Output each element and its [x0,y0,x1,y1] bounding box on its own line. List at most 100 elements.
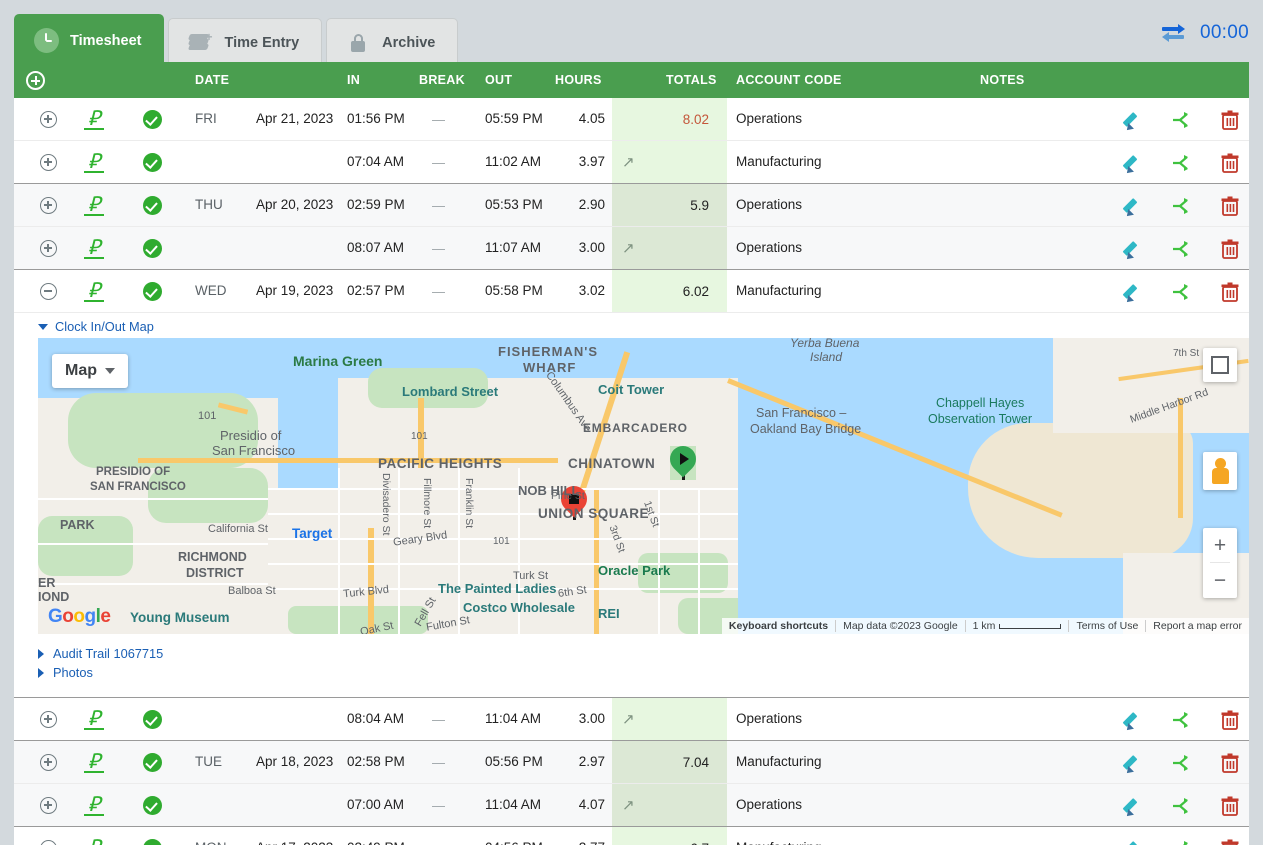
check-circle-icon[interactable] [143,710,162,729]
clock-in-marker[interactable] [670,446,696,480]
keyboard-shortcuts-link[interactable]: Keyboard shortcuts [722,620,835,632]
pencil-icon[interactable] [1123,752,1145,774]
fullscreen-icon[interactable] [1203,348,1237,382]
clock-map-toggle[interactable]: Clock In/Out Map [14,313,1249,338]
row-account-code: Manufacturing [736,840,822,845]
clock-in-out-map[interactable]: Map + − ▣ ☗ ☰ [38,338,1249,634]
pencil-icon[interactable] [1123,238,1145,260]
tab-archive[interactable]: Archive [326,18,458,66]
add-circle-icon[interactable] [40,711,57,728]
signature-icon[interactable]: ⃎ [80,795,108,816]
split-icon[interactable] [1171,709,1193,731]
terms-of-use-link[interactable]: Terms of Use [1068,620,1145,632]
trash-icon[interactable] [1219,281,1241,303]
pencil-icon[interactable] [1123,709,1145,731]
table-row[interactable]: ⃎TUEApr 18, 202302:58 PM—05:56 PM2.977.0… [14,741,1249,784]
row-actions [1109,98,1249,140]
check-circle-icon[interactable] [143,239,162,258]
google-logo: Google [48,606,110,628]
signature-icon[interactable]: ⃎ [80,752,108,773]
signature-icon[interactable]: ⃎ [80,281,108,302]
split-icon[interactable] [1171,795,1193,817]
clock-out-marker[interactable] [561,486,587,520]
add-circle-icon[interactable] [40,154,57,171]
split-icon[interactable] [1171,238,1193,260]
pencil-icon[interactable] [1123,838,1145,845]
table-row[interactable]: ⃎08:07 AM—11:07 AM3.00↗Operations [14,227,1249,270]
tab-timesheet-label: Timesheet [70,33,141,49]
add-circle-icon[interactable] [40,111,57,128]
pencil-icon[interactable] [1123,195,1145,217]
column-totals: TOTALS [666,73,717,87]
minus-circle-icon[interactable] [40,840,57,845]
table-header-row: DATE IN BREAK OUT HOURS TOTALS ACCOUNT C… [14,62,1249,98]
signature-icon[interactable]: ⃎ [80,152,108,173]
signature-icon[interactable]: ⃎ [80,838,108,845]
row-day: FRI [195,111,217,126]
table-row[interactable]: ⃎08:04 AM—11:04 AM3.00↗Operations [14,698,1249,741]
check-circle-icon[interactable] [143,796,162,815]
signature-icon[interactable]: ⃎ [80,709,108,730]
swap-arrows-icon[interactable] [1162,22,1188,44]
add-circle-icon[interactable] [40,240,57,257]
signature-icon[interactable]: ⃎ [80,195,108,216]
pencil-icon[interactable] [1123,281,1145,303]
zoom-in-button[interactable]: + [1203,528,1237,562]
signature-icon[interactable]: ⃎ [80,238,108,259]
tab-time-entry[interactable]: + Time Entry [168,18,322,66]
check-circle-icon[interactable] [143,282,162,301]
continuation-arrow-icon: ↗ [622,241,635,256]
check-circle-icon[interactable] [143,110,162,129]
add-circle-icon[interactable] [40,754,57,771]
trash-icon[interactable] [1219,195,1241,217]
trash-icon[interactable] [1219,709,1241,731]
pencil-icon[interactable] [1123,795,1145,817]
row-day: WED [195,283,227,298]
check-circle-icon[interactable] [143,196,162,215]
row-total-cell: ↗ [612,141,727,183]
tab-timesheet[interactable]: Timesheet [14,14,164,66]
layers-plus-icon: + [187,30,213,56]
check-circle-icon[interactable] [143,753,162,772]
trash-icon[interactable] [1219,795,1241,817]
photos-toggle[interactable]: Photos [38,663,1249,682]
add-circle-icon[interactable] [40,797,57,814]
row-hours: 2.77 [555,840,605,845]
row-out: 11:04 AM [485,797,541,812]
pencil-icon[interactable] [1123,152,1145,174]
split-icon[interactable] [1171,195,1193,217]
table-row[interactable]: ⃎07:04 AM—11:02 AM3.97↗Manufacturing [14,141,1249,184]
row-break: — [432,284,445,299]
check-circle-icon[interactable] [143,839,162,845]
pencil-icon[interactable] [1123,109,1145,131]
split-icon[interactable] [1171,752,1193,774]
split-icon[interactable] [1171,152,1193,174]
report-map-error-link[interactable]: Report a map error [1145,620,1249,632]
split-icon[interactable] [1171,109,1193,131]
zoom-out-button[interactable]: − [1203,563,1237,597]
row-account-code: Manufacturing [736,283,822,298]
street-view-pegman-icon[interactable] [1203,452,1237,490]
trash-icon[interactable] [1219,152,1241,174]
table-row[interactable]: ⃎MONApr 17, 202302:49 PM—04:56 PM2.776.7… [14,827,1249,845]
audit-trail-toggle[interactable]: Audit Trail 1067715 [38,644,1249,663]
signature-icon[interactable]: ⃎ [80,109,108,130]
table-row[interactable]: ⃎THUApr 20, 202302:59 PM—05:53 PM2.905.9… [14,184,1249,227]
trash-icon[interactable] [1219,238,1241,260]
check-circle-icon[interactable] [143,153,162,172]
table-row[interactable]: ⃎07:00 AM—11:04 AM4.07↗Operations [14,784,1249,827]
add-circle-icon[interactable] [40,197,57,214]
trash-icon[interactable] [1219,752,1241,774]
row-account-code: Operations [736,111,802,126]
row-hours: 3.00 [555,711,605,726]
minus-circle-icon[interactable] [40,283,57,300]
table-row[interactable]: ⃎FRIApr 21, 202301:56 PM—05:59 PM4.058.0… [14,98,1249,141]
split-icon[interactable] [1171,281,1193,303]
map-type-button[interactable]: Map [52,354,128,388]
table-row[interactable]: ⃎WEDApr 19, 202302:57 PM—05:58 PM3.026.0… [14,270,1249,313]
row-total-cell: 5.9 [612,184,727,226]
trash-icon[interactable] [1219,838,1241,845]
add-circle-icon[interactable] [26,71,45,90]
trash-icon[interactable] [1219,109,1241,131]
split-icon[interactable] [1171,838,1193,845]
